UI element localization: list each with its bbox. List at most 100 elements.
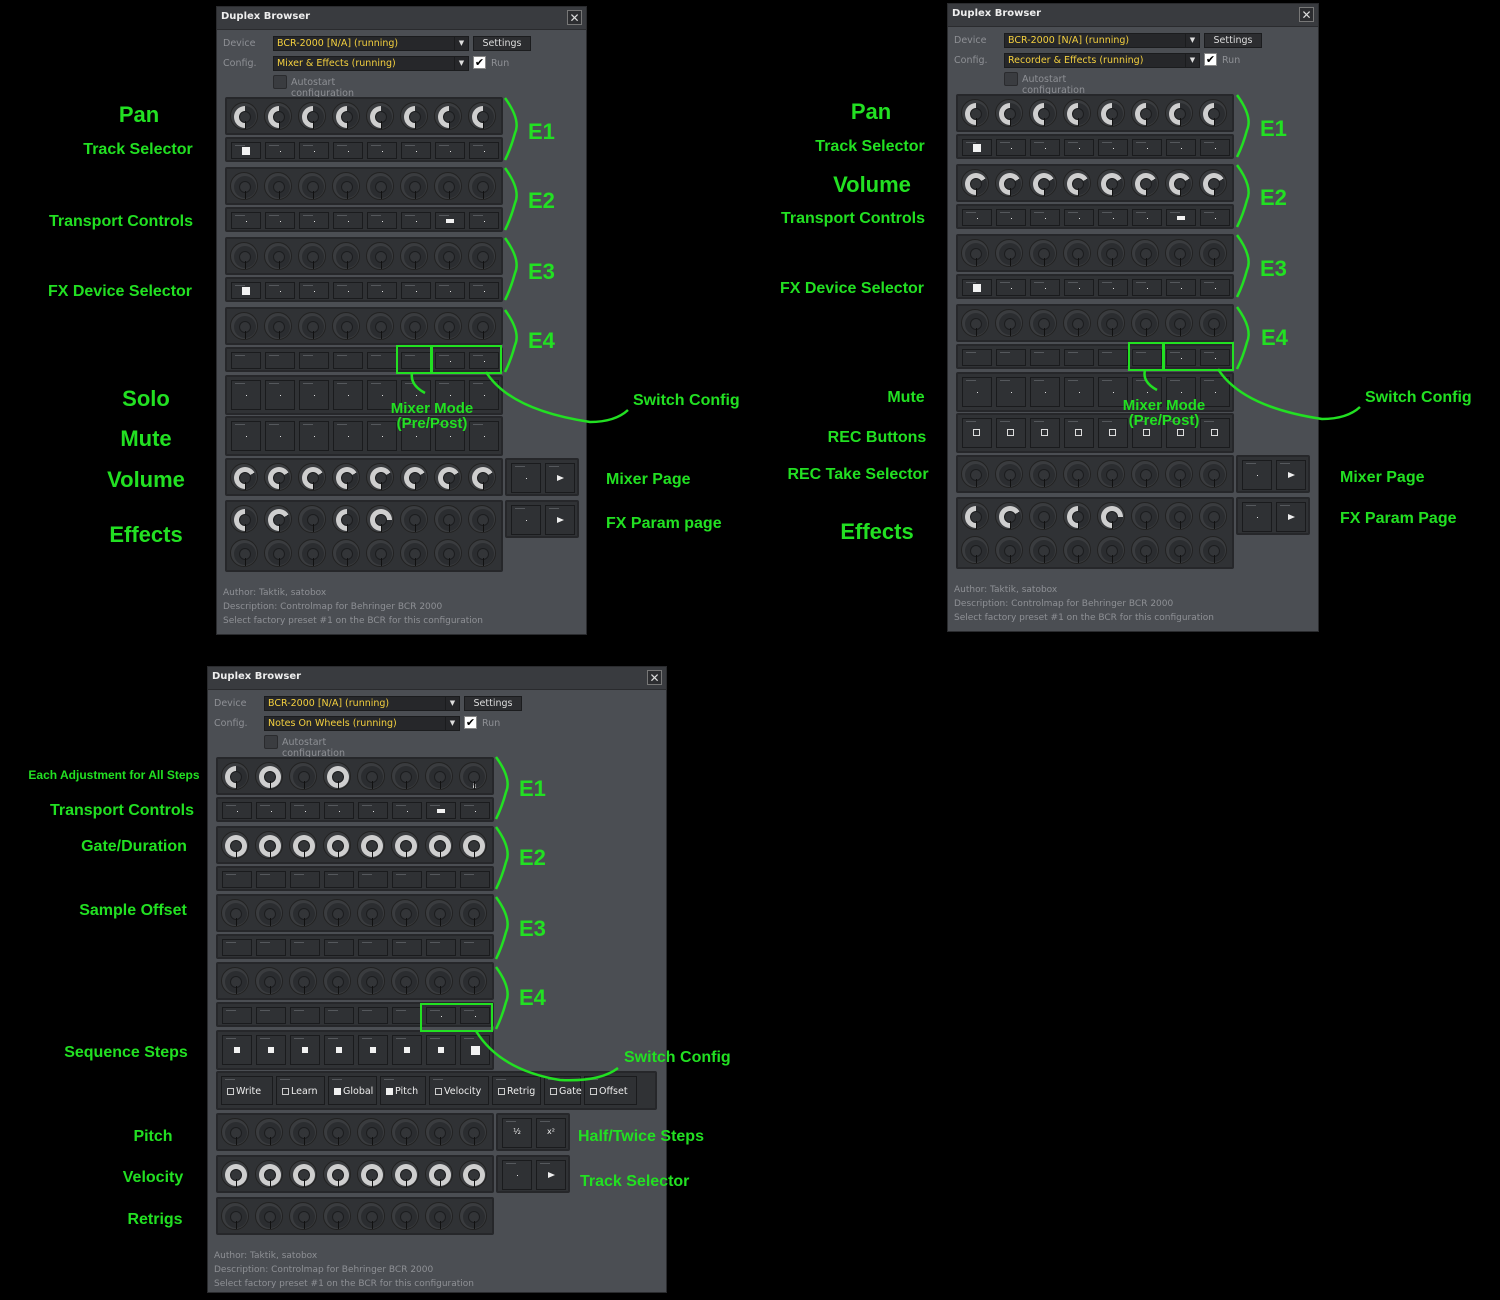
pad-button[interactable]: [1098, 209, 1128, 226]
rotary-encoder[interactable]: [332, 172, 360, 200]
pad-button[interactable]: [1132, 209, 1162, 226]
rotary-encoder[interactable]: [1165, 99, 1193, 127]
toggle-gate[interactable]: Gate: [544, 1076, 582, 1105]
pad-button[interactable]: [1064, 377, 1094, 407]
run-checkbox[interactable]: ✔: [473, 56, 486, 69]
pad-button[interactable]: [367, 282, 397, 299]
rotary-encoder[interactable]: [264, 102, 292, 130]
pad-button[interactable]: [426, 1007, 456, 1024]
rotary-encoder[interactable]: [255, 762, 283, 790]
rotary-encoder[interactable]: [995, 99, 1023, 127]
rotary-encoder[interactable]: [468, 312, 496, 340]
rotary-encoder[interactable]: [289, 899, 317, 927]
rotary-encoder[interactable]: [357, 831, 385, 859]
pad-button[interactable]: [401, 282, 431, 299]
pad-button[interactable]: [1030, 209, 1060, 226]
pad-button[interactable]: [231, 212, 261, 229]
pad-button[interactable]: [231, 352, 261, 369]
pad-button[interactable]: [222, 1035, 252, 1065]
rotary-encoder[interactable]: [995, 169, 1023, 197]
pad-button[interactable]: [469, 142, 499, 159]
pad-button[interactable]: [426, 939, 456, 956]
pad-button[interactable]: [401, 142, 431, 159]
pad-button[interactable]: x²: [536, 1118, 566, 1148]
pad-button[interactable]: [1132, 279, 1162, 296]
pad-button[interactable]: [996, 349, 1026, 366]
rotary-encoder[interactable]: [1165, 239, 1193, 267]
rotary-encoder[interactable]: [298, 505, 326, 533]
pad-button[interactable]: [1200, 349, 1230, 366]
pad-button[interactable]: [996, 139, 1026, 156]
rotary-encoder[interactable]: [1199, 309, 1227, 337]
rotary-encoder[interactable]: [230, 312, 258, 340]
rotary-encoder[interactable]: [995, 239, 1023, 267]
rotary-encoder[interactable]: [323, 762, 351, 790]
pad-button[interactable]: [996, 279, 1026, 296]
pad-button[interactable]: [231, 282, 261, 299]
pad-button[interactable]: [392, 1035, 422, 1065]
rotary-encoder[interactable]: [255, 1202, 283, 1230]
rotary-encoder[interactable]: [332, 242, 360, 270]
pad-button[interactable]: [1064, 418, 1094, 448]
rotary-encoder[interactable]: [1029, 460, 1057, 488]
rotary-encoder[interactable]: [434, 505, 462, 533]
config-select[interactable]: Recorder & Effects (running) ▼: [1004, 53, 1200, 68]
rotary-encoder[interactable]: [425, 967, 453, 995]
pad-button[interactable]: [435, 142, 465, 159]
pad-button[interactable]: [290, 1007, 320, 1024]
pad-button[interactable]: [358, 1007, 388, 1024]
pad-button[interactable]: [426, 1035, 456, 1065]
rotary-encoder[interactable]: [434, 539, 462, 567]
rotary-encoder[interactable]: [298, 242, 326, 270]
pad-button[interactable]: [222, 802, 252, 819]
rotary-encoder[interactable]: [221, 762, 249, 790]
rotary-encoder[interactable]: [255, 1118, 283, 1146]
pad-button[interactable]: [222, 939, 252, 956]
rotary-encoder[interactable]: [289, 831, 317, 859]
settings-button[interactable]: Settings: [1204, 33, 1262, 48]
pad-button[interactable]: [324, 1035, 354, 1065]
rotary-encoder[interactable]: [221, 1160, 249, 1188]
rotary-encoder[interactable]: [961, 239, 989, 267]
rotary-encoder[interactable]: [264, 505, 292, 533]
pad-button[interactable]: [265, 421, 295, 451]
rotary-encoder[interactable]: [391, 967, 419, 995]
pad-button[interactable]: [1030, 349, 1060, 366]
rotary-encoder[interactable]: [1199, 460, 1227, 488]
pad-button[interactable]: [299, 142, 329, 159]
rotary-encoder[interactable]: [230, 463, 258, 491]
rotary-encoder[interactable]: [1165, 460, 1193, 488]
pad-button[interactable]: [367, 212, 397, 229]
rotary-encoder[interactable]: [332, 463, 360, 491]
rotary-encoder[interactable]: [230, 172, 258, 200]
pad-button[interactable]: [1098, 349, 1128, 366]
rotary-encoder[interactable]: [1029, 169, 1057, 197]
rotary-encoder[interactable]: [961, 99, 989, 127]
pad-button[interactable]: [426, 802, 456, 819]
device-select[interactable]: BCR-2000 [N/A] (running) ▼: [273, 36, 469, 51]
pad-button[interactable]: [358, 871, 388, 888]
pad-button[interactable]: [962, 418, 992, 448]
pad-button[interactable]: [1166, 139, 1196, 156]
pad-button[interactable]: [962, 349, 992, 366]
pad-button[interactable]: [536, 1160, 566, 1190]
pad-button[interactable]: [401, 212, 431, 229]
pad-button[interactable]: [256, 1035, 286, 1065]
pad-button[interactable]: [460, 1007, 490, 1024]
toggle-retrig[interactable]: Retrig: [492, 1076, 541, 1105]
pad-button[interactable]: [460, 1035, 490, 1065]
rotary-encoder[interactable]: [357, 1160, 385, 1188]
pad-button[interactable]: [333, 282, 363, 299]
rotary-encoder[interactable]: [1097, 169, 1125, 197]
rotary-encoder[interactable]: [1063, 460, 1091, 488]
rotary-encoder[interactable]: [434, 172, 462, 200]
rotary-encoder[interactable]: [1165, 536, 1193, 564]
rotary-encoder[interactable]: [255, 1160, 283, 1188]
pad-button[interactable]: [460, 939, 490, 956]
rotary-encoder[interactable]: [391, 1160, 419, 1188]
rotary-encoder[interactable]: [391, 831, 419, 859]
rotary-encoder[interactable]: [1131, 460, 1159, 488]
pad-button[interactable]: [1132, 139, 1162, 156]
chevron-down-icon[interactable]: ▼: [1185, 54, 1199, 67]
pad-button[interactable]: [502, 1160, 532, 1190]
